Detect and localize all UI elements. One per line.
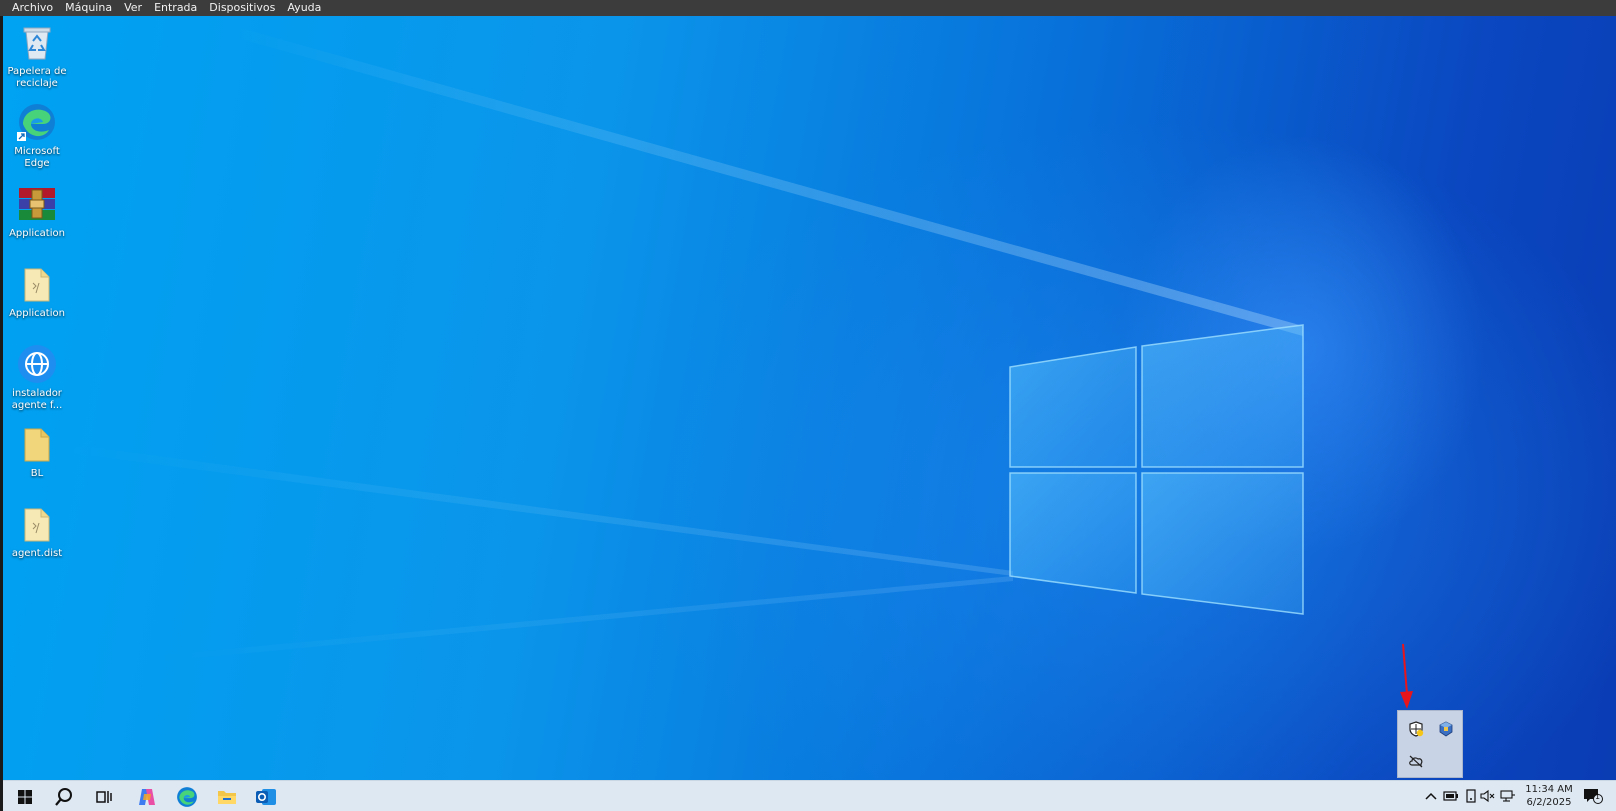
taskbar-clock[interactable]: 11:34 AM 6/2/2025 [1521,783,1577,809]
edge-icon [17,102,57,142]
desktop-icon-bl-folder[interactable]: BL [3,424,71,480]
copilot-icon [139,789,155,805]
tablet-icon[interactable] [1463,788,1479,804]
desktop-icon-application-folder[interactable]: Application [3,264,71,320]
folder-icon [17,424,57,464]
file-explorer-button[interactable] [210,784,244,810]
desktop[interactable]: Papelera de reciclaje Microsoft Edge App… [3,16,1616,780]
clock-time: 11:34 AM [1525,784,1573,795]
menu-archivo[interactable]: Archivo [6,0,59,16]
tray-overflow-popup [1397,710,1463,778]
task-view-icon [96,791,112,803]
wallpaper [63,26,1304,662]
menu-dispositivos[interactable]: Dispositivos [203,0,281,16]
desktop-icon-label: agent.dist [11,548,63,559]
vm-menu-bar: Archivo Máquina Ver Entrada Dispositivos… [0,0,1616,16]
task-view-button[interactable] [87,784,121,810]
battery-icon[interactable] [1443,788,1459,804]
outlook-icon [256,789,276,805]
annotation-arrow [1400,643,1413,709]
start-icon [18,790,32,804]
desktop-icon-edge[interactable]: Microsoft Edge [3,102,71,170]
menu-ver[interactable]: Ver [118,0,148,16]
notification-center-icon[interactable]: 1 [1583,788,1603,804]
desktop-icon-label: Application [9,308,65,319]
copilot-button[interactable] [130,784,164,810]
edge-taskbar-button[interactable] [170,784,204,810]
desktop-icon-label: Papelera de reciclaje [7,66,67,89]
cloud-off-icon[interactable] [1406,751,1426,771]
windows-logo [1009,324,1304,615]
desktop-icon-agent-dist[interactable]: agent.dist [3,504,71,560]
folder-icon [17,264,57,304]
winrar-icon [17,184,57,224]
search-button[interactable] [47,784,81,810]
taskbar: 11:34 AM 6/2/2025 1 [3,780,1616,811]
edge-icon [177,787,197,807]
menu-ayuda[interactable]: Ayuda [281,0,327,16]
menu-entrada[interactable]: Entrada [148,0,203,16]
desktop-icon-winrar-application[interactable]: Application [3,184,71,240]
virtualbox-icon[interactable] [1436,719,1456,739]
menu-maquina[interactable]: Máquina [59,0,118,16]
outlook-button[interactable] [249,784,283,810]
desktop-icon-label: BL [30,468,44,479]
desktop-icon-label: Application [9,228,65,239]
notification-count: 1 [1595,792,1601,801]
shield-warning-icon[interactable] [1406,719,1426,739]
file-explorer-icon [218,791,236,804]
desktop-icon-recycle-bin[interactable]: Papelera de reciclaje [3,22,71,90]
search-icon [55,788,72,806]
chevron-up-icon[interactable] [1423,788,1439,804]
start-button[interactable] [8,784,42,810]
desktop-icon-instalador[interactable]: instalador agente f... [3,344,71,412]
globe-installer-icon [17,344,57,384]
recycle-bin-icon [17,22,57,62]
folder-icon [17,504,57,544]
clock-date: 6/2/2025 [1526,797,1572,808]
desktop-icon-label: instalador agente f... [11,388,63,411]
desktop-icon-label: Microsoft Edge [14,146,60,169]
network-icon[interactable] [1500,788,1516,804]
volume-muted-icon[interactable] [1480,788,1496,804]
